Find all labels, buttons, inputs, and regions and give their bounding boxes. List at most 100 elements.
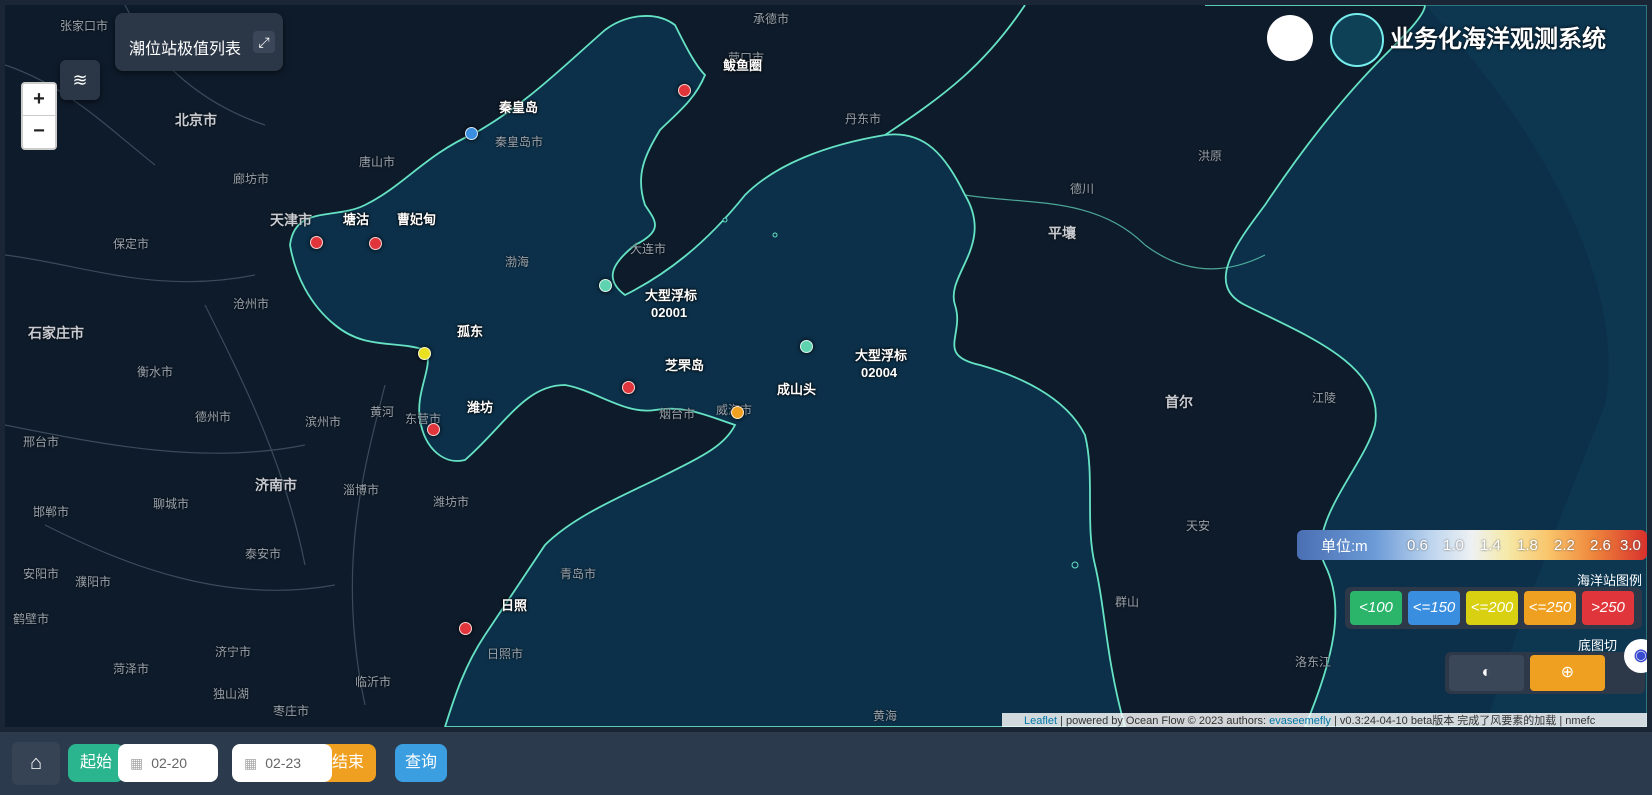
city-label: 独山湖 <box>213 687 250 701</box>
legend-item-le150[interactable]: <=150 <box>1408 591 1460 625</box>
calendar-icon: ▦ <box>130 755 144 771</box>
city-label: 枣庄市 <box>273 704 310 718</box>
scale-tick: 3.0 <box>1620 537 1641 554</box>
station-label: 潍坊 <box>467 400 494 415</box>
city-label: 濮阳市 <box>75 575 112 589</box>
city-label: 天津市 <box>270 212 312 228</box>
start-label: 起始 <box>68 744 124 782</box>
city-label: 保定市 <box>113 237 150 251</box>
station-marker[interactable] <box>731 406 744 419</box>
city-label: 青岛市 <box>560 567 597 581</box>
station-marker[interactable] <box>800 340 813 353</box>
station-label: 大型浮标 <box>855 348 908 363</box>
scale-unit: 单位:m <box>1321 538 1368 555</box>
query-button[interactable]: 查询 <box>395 744 447 782</box>
legend-label: <=250 <box>1528 599 1572 616</box>
city-label: 安阳市 <box>23 567 60 581</box>
city-label: 承德市 <box>753 12 790 26</box>
city-label: 烟台市 <box>659 407 696 421</box>
station-marker[interactable] <box>622 381 635 394</box>
tide-station-extremes-button[interactable]: 潮位站极值列表 ⤢ <box>115 13 283 71</box>
map-attribution: Leaflet | powered by Ocean Flow © 2023 a… <box>1002 713 1647 727</box>
city-label: 邯郸市 <box>33 505 70 519</box>
city-label: 群山 <box>1115 595 1140 609</box>
station-marker[interactable] <box>310 236 323 249</box>
zoom-out-button[interactable]: − <box>23 116 55 147</box>
station-marker[interactable] <box>599 279 612 292</box>
city-label: 济宁市 <box>215 645 252 659</box>
zoom-in-button[interactable]: + <box>23 84 55 116</box>
station-label: 芝罘岛 <box>665 358 705 373</box>
legend-label: >250 <box>1591 599 1625 616</box>
home-button[interactable]: ⌂ <box>12 742 60 785</box>
city-label: 济南市 <box>255 477 297 493</box>
city-label: 临沂市 <box>355 675 392 689</box>
city-label: 丹东市 <box>845 112 882 126</box>
station-label: 塘沽 <box>343 212 370 227</box>
legend-item-le250[interactable]: <=250 <box>1524 591 1576 625</box>
city-label: 菏泽市 <box>113 662 150 676</box>
basemap-globe-button[interactable]: ⊕ <box>1530 655 1605 691</box>
tide-station-extremes-label: 潮位站极值列表 <box>129 41 242 58</box>
station-label: 曹妃甸 <box>397 212 437 227</box>
legend-item-gt250[interactable]: >250 <box>1582 591 1634 625</box>
city-label: 沧州市 <box>233 297 270 311</box>
start-date-input[interactable]: ▦ 02-20 <box>118 744 218 782</box>
city-label: 鹤壁市 <box>13 612 50 626</box>
city-label: 泰安市 <box>245 547 282 561</box>
end-date-value: 02-23 <box>265 755 302 771</box>
city-label: 北京市 <box>175 112 217 128</box>
author-link[interactable]: evaseemefly <box>1269 715 1331 727</box>
system-title: 业务化海洋观测系统 <box>1390 26 1606 53</box>
start-date-value: 02-20 <box>151 755 188 771</box>
city-label: 平壤 <box>1048 225 1076 241</box>
city-label: 德州市 <box>195 410 232 424</box>
station-marker[interactable] <box>418 347 431 360</box>
scale-tick: 2.2 <box>1554 537 1575 554</box>
map[interactable]: 张家口市 北京市 廊坊市 天津市 保定市 沧州市 石家庄市 衡水市 德州市 邢台市 济南市 聊城市 邯郸… <box>5 5 1647 727</box>
city-label: 江陵 <box>1312 391 1337 405</box>
system-logo <box>1330 13 1384 67</box>
station-label: 大型浮标 <box>645 288 698 303</box>
city-label: 潍坊市 <box>433 495 470 509</box>
basemap-dark-button[interactable]: ◐ <box>1449 655 1524 691</box>
color-scale: 单位:m 0.6 1.0 1.4 1.8 2.2 2.6 3.0 <box>1297 530 1647 560</box>
station-marker[interactable] <box>459 622 472 635</box>
city-label: 黄河 <box>370 405 395 419</box>
city-label: 秦皇岛市 <box>495 135 544 149</box>
station-marker[interactable] <box>369 237 382 250</box>
bottom-toolbar: ⌂ 起始 ▦ 02-20 结束 ▦ 02-23 查询 <box>0 730 1652 795</box>
legend-item-le200[interactable]: <=200 <box>1466 591 1518 625</box>
city-label: 滨州市 <box>305 415 342 429</box>
legend-label: <100 <box>1359 599 1393 616</box>
city-label: 首尔 <box>1165 394 1193 410</box>
city-label: 洛东江 <box>1295 655 1332 669</box>
city-label: 渤海 <box>505 255 530 269</box>
attribution-text: | powered by Ocean Flow © 2023 authors: <box>1057 715 1270 727</box>
station-marker[interactable] <box>465 127 478 140</box>
expand-icon[interactable]: ⤢ <box>253 31 275 53</box>
station-code: 02001 <box>651 305 688 320</box>
legend-item-lt100[interactable]: <100 <box>1350 591 1402 625</box>
wave-layer-icon[interactable]: ≋ <box>60 60 100 100</box>
city-label: 邢台市 <box>23 435 60 449</box>
station-label: 秦皇岛 <box>499 100 539 115</box>
city-label: 大连市 <box>630 242 667 256</box>
station-label: 日照 <box>501 598 528 613</box>
station-marker[interactable] <box>678 84 691 97</box>
scale-tick: 0.6 <box>1407 537 1428 554</box>
zoom-control: + − <box>21 82 57 150</box>
city-label: 洪原 <box>1198 149 1223 163</box>
scale-tick: 2.6 <box>1590 537 1611 554</box>
scale-tick: 1.8 <box>1517 537 1538 554</box>
end-date-input[interactable]: ▦ 02-23 <box>232 744 332 782</box>
station-marker[interactable] <box>427 423 440 436</box>
city-label: 日照市 <box>487 647 524 661</box>
station-label: 孤东 <box>457 324 484 339</box>
city-label: 衡水市 <box>137 365 174 379</box>
city-label: 唐山市 <box>359 155 396 169</box>
station-legend: <100 <=150 <=200 <=250 >250 <box>1345 587 1642 629</box>
city-label: 廊坊市 <box>233 172 270 186</box>
leaflet-link[interactable]: Leaflet <box>1024 715 1057 727</box>
city-label: 德川 <box>1070 182 1095 196</box>
